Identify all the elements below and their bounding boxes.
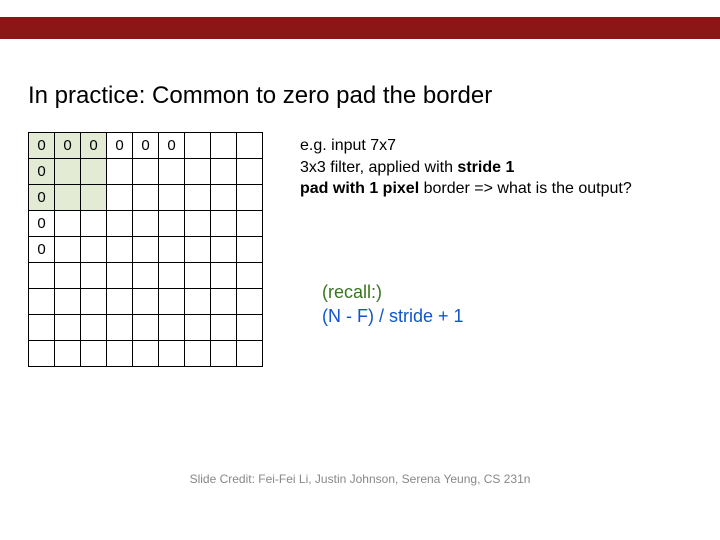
grid-cell [159, 159, 185, 185]
explain-line3b: border => what is the output? [419, 180, 632, 197]
grid-cell [237, 185, 263, 211]
grid-cell [107, 341, 133, 367]
grid-cell [159, 185, 185, 211]
formula-block: (recall:) (N - F) / stride + 1 [322, 280, 464, 329]
grid-cell [107, 263, 133, 289]
grid-cell: 0 [55, 133, 81, 159]
grid-cell [159, 211, 185, 237]
grid-cell [133, 341, 159, 367]
grid-cell [185, 315, 211, 341]
grid-cell [55, 263, 81, 289]
grid-cell [81, 341, 107, 367]
grid-cell [211, 211, 237, 237]
grid-cell [211, 315, 237, 341]
grid-cell: 0 [81, 133, 107, 159]
grid-cell: 0 [29, 133, 55, 159]
grid-cell [211, 185, 237, 211]
grid-cell [81, 289, 107, 315]
grid-cell [237, 315, 263, 341]
grid-cell [81, 237, 107, 263]
grid-cell: 0 [29, 185, 55, 211]
grid-cell [185, 237, 211, 263]
slide-title: In practice: Common to zero pad the bord… [28, 82, 492, 110]
grid-cell [81, 315, 107, 341]
formula-recall: (recall:) [322, 282, 382, 302]
grid-cell [211, 289, 237, 315]
grid-cell [237, 159, 263, 185]
grid-cell [107, 211, 133, 237]
slide-credit: Slide Credit: Fei-Fei Li, Justin Johnson… [0, 472, 720, 486]
grid-cell [29, 341, 55, 367]
grid-cell: 0 [159, 133, 185, 159]
grid-cell [159, 237, 185, 263]
grid-cell [107, 289, 133, 315]
grid-cell [185, 263, 211, 289]
grid-cell [55, 289, 81, 315]
explain-stride: stride 1 [457, 159, 514, 176]
grid-cell [55, 159, 81, 185]
grid-cell [185, 133, 211, 159]
grid-cell [159, 315, 185, 341]
grid-cell [185, 211, 211, 237]
grid-cell [237, 263, 263, 289]
grid-cell [237, 211, 263, 237]
grid-cell [55, 237, 81, 263]
grid-cell [237, 341, 263, 367]
grid-cell [81, 185, 107, 211]
formula-equation: (N - F) / stride + 1 [322, 306, 464, 326]
grid-cell [29, 289, 55, 315]
explain-pad: pad with 1 pixel [300, 180, 419, 197]
grid-cell [81, 159, 107, 185]
grid-cell [159, 341, 185, 367]
grid-cell [211, 237, 237, 263]
grid-cell [107, 237, 133, 263]
grid-cell [107, 159, 133, 185]
grid-cell [211, 159, 237, 185]
grid-cell [133, 185, 159, 211]
grid-cell [159, 289, 185, 315]
padding-grid: 0000000000 [28, 132, 263, 367]
grid-cell [133, 289, 159, 315]
grid-cell [107, 185, 133, 211]
grid-cell [237, 237, 263, 263]
grid-cell [29, 315, 55, 341]
grid-cell [185, 159, 211, 185]
grid-cell: 0 [29, 237, 55, 263]
grid-cell [81, 211, 107, 237]
grid-cell [55, 341, 81, 367]
grid-cell [133, 263, 159, 289]
grid-cell [55, 315, 81, 341]
grid-cell [107, 315, 133, 341]
grid-cell [29, 263, 55, 289]
grid-cell: 0 [107, 133, 133, 159]
grid-cell [133, 237, 159, 263]
grid-cell [185, 341, 211, 367]
grid-cell [211, 263, 237, 289]
grid-cell [237, 289, 263, 315]
grid-cell [81, 263, 107, 289]
explanation-text: e.g. input 7x7 3x3 filter, applied with … [300, 135, 632, 200]
grid-cell [211, 133, 237, 159]
grid-cell: 0 [133, 133, 159, 159]
explain-line1: e.g. input 7x7 [300, 137, 396, 154]
grid-cell: 0 [29, 159, 55, 185]
grid-cell [133, 315, 159, 341]
grid-cell [185, 185, 211, 211]
grid-cell [159, 263, 185, 289]
grid-cell [55, 211, 81, 237]
grid-cell [211, 341, 237, 367]
grid-cell [55, 185, 81, 211]
grid-cell: 0 [29, 211, 55, 237]
grid-cell [185, 289, 211, 315]
explain-line2a: 3x3 filter, applied with [300, 159, 457, 176]
header-stripe [0, 17, 720, 39]
grid-cell [133, 211, 159, 237]
grid-cell [237, 133, 263, 159]
grid-cell [133, 159, 159, 185]
